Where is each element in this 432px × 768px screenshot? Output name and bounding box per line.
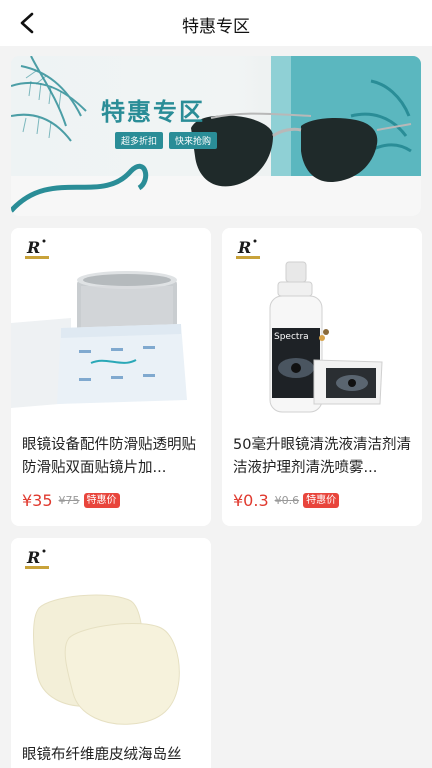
svg-text:R: R: [26, 548, 40, 567]
promo-banner[interactable]: 特惠专区 超多折扣 快来抢购: [11, 56, 421, 216]
deal-badge: 特惠价: [83, 492, 120, 508]
product-name: 眼镜布纤维鹿皮绒海岛丝: [22, 747, 182, 763]
product-card[interactable]: R 眼镜设备配件防滑贴透明贴防滑贴双面贴镜片加... ¥35 ¥75 特惠价: [11, 228, 211, 526]
brand-logo: R: [25, 548, 49, 569]
product-card[interactable]: R 眼镜布纤维鹿皮绒海岛丝: [11, 538, 211, 768]
original-price: ¥0.6: [274, 493, 300, 507]
price-row: ¥35 ¥75 特惠价: [22, 490, 120, 510]
product-image: R: [11, 228, 211, 428]
original-price: ¥75: [58, 493, 80, 507]
banner-tag: 快来抢购: [169, 132, 218, 149]
banner-tag: 超多折扣: [115, 132, 164, 149]
current-price: ¥35: [22, 490, 53, 510]
banner-heading: 特惠专区: [101, 98, 205, 126]
deal-badge: 特惠价: [303, 492, 340, 508]
top-bar: 特惠专区: [0, 0, 432, 46]
product-card[interactable]: Spectra R 50毫升眼镜清洗液清洁剂清洁液护理剂清洗喷雾... ¥0.3…: [222, 228, 422, 526]
spectra-label: Spectra: [274, 332, 309, 342]
brand-logo: R: [236, 238, 260, 259]
price-row: ¥0.3 ¥0.6 特惠价: [233, 490, 340, 510]
product-name: 眼镜设备配件防滑贴透明贴防滑贴双面贴镜片加...: [22, 437, 196, 476]
svg-text:R: R: [26, 238, 40, 257]
current-price: ¥0.3: [233, 490, 269, 510]
banner-tags: 超多折扣 快来抢购: [115, 132, 223, 149]
brand-logo: R: [25, 238, 49, 259]
product-name: 50毫升眼镜清洗液清洁剂清洁液护理剂清洗喷雾...: [233, 437, 411, 476]
svg-text:R: R: [237, 238, 251, 257]
page-title: 特惠专区: [182, 17, 250, 37]
product-image: R: [11, 538, 211, 738]
product-image: Spectra R: [222, 228, 422, 428]
